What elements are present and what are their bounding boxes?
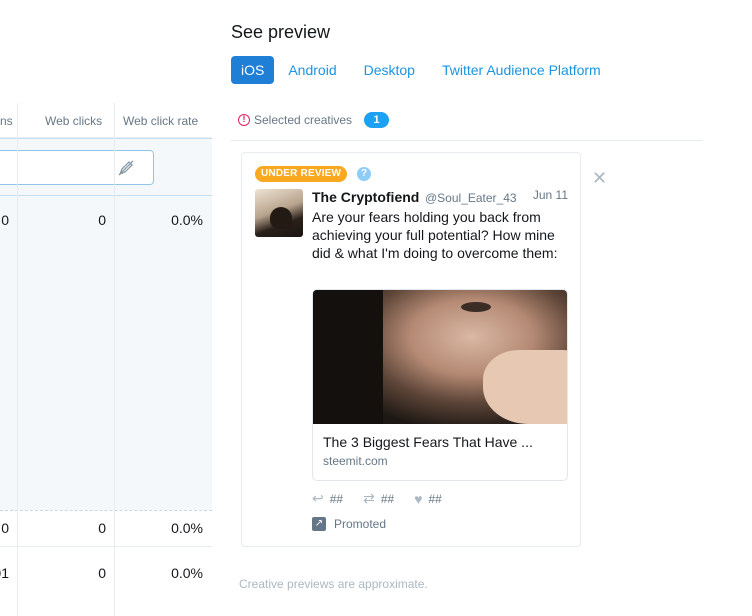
tab-android[interactable]: Android bbox=[288, 56, 336, 84]
tweet-text: Are your fears holding you back from ach… bbox=[312, 209, 558, 261]
tweet-preview-card: UNDER REVIEW ? The Cryptofiend @Soul_Eat… bbox=[241, 152, 581, 547]
cell-web-clicks: 0 bbox=[98, 565, 106, 581]
tweet-author-name[interactable]: The Cryptofiend bbox=[312, 189, 419, 205]
header-web-click-rate[interactable]: Web click rate bbox=[123, 114, 198, 128]
platform-tabs: iOS Android Desktop Twitter Audience Pla… bbox=[231, 56, 628, 84]
link-preview-card[interactable]: The 3 Biggest Fears That Have ... steemi… bbox=[312, 289, 568, 481]
row-divider bbox=[0, 510, 212, 511]
preview-title: See preview bbox=[231, 22, 331, 42]
cell-clips: 0 bbox=[1, 520, 9, 536]
tab-twitter-audience-platform[interactable]: Twitter Audience Platform bbox=[442, 56, 601, 84]
close-icon[interactable]: ✕ bbox=[592, 168, 607, 189]
promoted-arrow-icon: ↗ bbox=[312, 517, 326, 531]
cell-web-click-rate: 0.0% bbox=[171, 520, 203, 536]
edit-input[interactable] bbox=[0, 150, 154, 185]
reply-count: ## bbox=[329, 491, 344, 506]
heart-icon: ♥ bbox=[414, 490, 423, 507]
table-edit-row bbox=[0, 138, 212, 196]
link-domain: steemit.com bbox=[323, 454, 388, 468]
table-row-expanded bbox=[0, 196, 212, 510]
tab-desktop[interactable]: Desktop bbox=[364, 56, 415, 84]
row-divider bbox=[0, 546, 212, 547]
status-badge: UNDER REVIEW bbox=[255, 166, 348, 182]
cell-web-click-rate: 0.0% bbox=[171, 212, 203, 228]
header-web-clicks[interactable]: Web clicks bbox=[45, 114, 102, 128]
cell-web-click-rate: 0.0% bbox=[171, 565, 203, 581]
alert-circle-icon: ! bbox=[238, 114, 250, 126]
reply-icon: ↩ bbox=[312, 490, 324, 506]
like-count: ## bbox=[428, 491, 442, 506]
cell-web-clicks: 0 bbox=[98, 520, 106, 536]
like-action[interactable]: ♥ ## bbox=[414, 490, 442, 507]
edit-pen-icon[interactable] bbox=[117, 159, 135, 177]
tweet-author-handle[interactable]: @Soul_Eater_43 bbox=[425, 191, 517, 205]
stats-table: ns Web clicks Web click rate 0 0 0.0% 0 … bbox=[0, 0, 212, 616]
selected-count-badge: 1 bbox=[364, 112, 390, 128]
link-title: The 3 Biggest Fears That Have ... bbox=[323, 434, 533, 450]
column-divider bbox=[17, 103, 18, 616]
preview-footnote: Creative previews are approximate. bbox=[239, 577, 428, 591]
link-preview-image bbox=[313, 290, 567, 424]
selected-creatives-row[interactable]: ! Selected creatives 1 bbox=[238, 112, 390, 128]
header-clips[interactable]: ns bbox=[0, 114, 13, 128]
retweet-count: ## bbox=[380, 491, 395, 506]
reply-action[interactable]: ↩ ## bbox=[312, 490, 343, 507]
promoted-label: Promoted bbox=[334, 517, 387, 531]
divider bbox=[230, 140, 702, 141]
selected-creatives-label: Selected creatives bbox=[254, 113, 353, 127]
promoted-label-row: ↗ Promoted bbox=[312, 517, 386, 531]
cell-web-clicks: 0 bbox=[98, 212, 106, 228]
tweet-actions: ↩ ## ⇄ ## ♥ ## bbox=[312, 490, 462, 507]
question-icon[interactable]: ? bbox=[357, 167, 371, 181]
tweet-date[interactable]: Jun 11 bbox=[533, 188, 568, 202]
cell-clips: 0 bbox=[1, 212, 9, 228]
avatar[interactable] bbox=[255, 189, 303, 237]
retweet-action[interactable]: ⇄ ## bbox=[363, 490, 394, 507]
tab-ios[interactable]: iOS bbox=[231, 56, 275, 84]
table-header: ns Web clicks Web click rate bbox=[0, 103, 212, 138]
cell-clips: 01 bbox=[0, 565, 9, 581]
retweet-icon: ⇄ bbox=[363, 490, 375, 506]
column-divider bbox=[114, 103, 115, 616]
